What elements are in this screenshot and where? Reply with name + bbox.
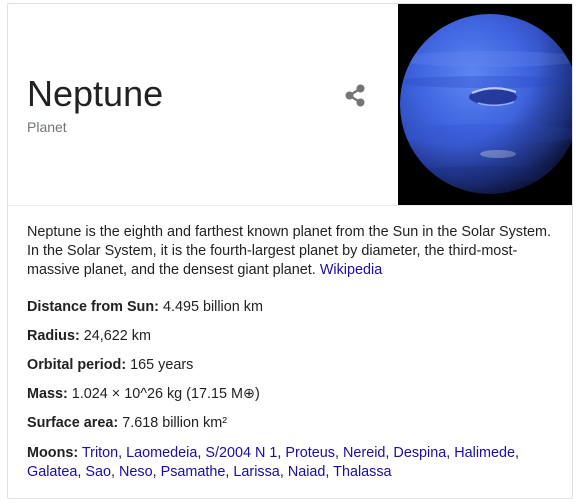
entity-subtitle: Planet <box>27 119 67 135</box>
moon-link[interactable]: Psamathe <box>161 464 226 480</box>
moon-link[interactable]: Sao <box>85 464 111 480</box>
moon-link[interactable]: Nereid <box>343 445 385 461</box>
fact-label[interactable]: Radius: <box>27 328 80 344</box>
fact-mass: Mass: 1.024 × 10^26 kg (17.15 M⊕) <box>27 385 557 404</box>
neptune-planet-image <box>398 4 572 205</box>
knowledge-panel: Neptune Planet Neptune is the eighth and… <box>7 3 573 499</box>
moon-link[interactable]: Thalassa <box>333 464 391 480</box>
moon-link[interactable]: Despina <box>393 445 446 461</box>
moon-link[interactable]: Larissa <box>233 464 279 480</box>
wikipedia-link[interactable]: Wikipedia <box>320 262 382 278</box>
moon-link[interactable]: Halimede <box>454 445 515 461</box>
moon-link[interactable]: S/2004 N 1 <box>205 445 277 461</box>
fact-label[interactable]: Orbital period: <box>27 357 126 373</box>
moon-link[interactable]: Neso <box>119 464 153 480</box>
description-text: Neptune is the eighth and farthest known… <box>27 224 551 278</box>
fact-moons: Moons: Triton, Laomedeia, S/2004 N 1, Pr… <box>27 445 520 480</box>
panel-header: Neptune Planet <box>8 4 572 206</box>
fact-distance: Distance from Sun: 4.495 billion km <box>27 298 557 317</box>
fact-radius: Radius: 24,622 km <box>27 327 557 346</box>
fact-label[interactable]: Mass: <box>27 386 68 402</box>
entity-description: Neptune is the eighth and farthest known… <box>27 223 557 280</box>
fact-value: 1.024 × 10^26 kg (17.15 M⊕) <box>71 386 260 402</box>
moon-link[interactable]: Triton <box>82 445 118 461</box>
fact-label[interactable]: Surface area: <box>27 415 118 431</box>
fact-label[interactable]: Moons: <box>27 445 78 461</box>
moon-link[interactable]: Proteus <box>285 445 335 461</box>
fact-value: 4.495 billion km <box>162 299 263 315</box>
fact-value: 24,622 km <box>83 328 151 344</box>
fact-orbital-period: Orbital period: 165 years <box>27 356 557 375</box>
planet-image[interactable] <box>398 4 572 205</box>
share-icon <box>345 84 365 107</box>
share-button[interactable] <box>342 82 368 110</box>
entity-title: Neptune <box>27 73 164 114</box>
moon-link[interactable]: Galatea <box>27 464 77 480</box>
moon-link[interactable]: Laomedeia <box>126 445 197 461</box>
fact-label[interactable]: Distance from Sun: <box>27 299 159 315</box>
fact-surface-area: Surface area: 7.618 billion km² <box>27 414 557 433</box>
fact-value: 7.618 billion km² <box>122 415 227 431</box>
moon-link[interactable]: Naiad <box>288 464 326 480</box>
fact-value: 165 years <box>130 357 194 373</box>
